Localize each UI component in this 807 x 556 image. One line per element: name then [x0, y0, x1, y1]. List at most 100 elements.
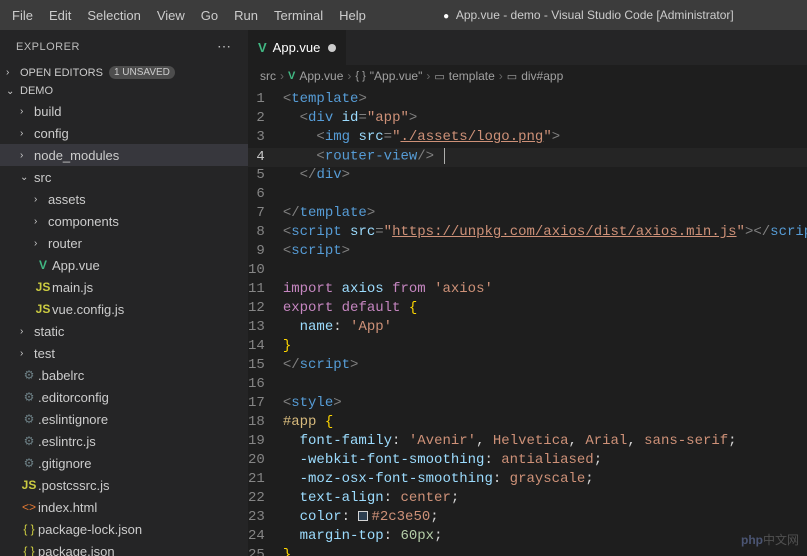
tree-item-label: components	[48, 214, 119, 229]
code-line[interactable]: 18#app {	[248, 414, 807, 433]
menu-go[interactable]: Go	[193, 8, 226, 23]
code-line[interactable]: 19 font-family: 'Avenir', Helvetica, Ari…	[248, 433, 807, 452]
code-line[interactable]: 13 name: 'App'	[248, 319, 807, 338]
folder-test[interactable]: ›test	[0, 342, 248, 364]
line-content[interactable]: <router-view/>	[283, 148, 807, 167]
line-content[interactable]: -moz-osx-font-smoothing: grayscale;	[283, 471, 807, 490]
line-content[interactable]: <script src="https://unpkg.com/axios/dis…	[283, 224, 807, 243]
breadcrumb-item[interactable]: ▭template	[434, 69, 494, 83]
line-content[interactable]: <div id="app">	[283, 110, 807, 129]
file-vue-config-js[interactable]: JSvue.config.js	[0, 298, 248, 320]
line-number: 24	[248, 528, 283, 547]
line-content[interactable]	[283, 376, 807, 395]
line-content[interactable]: </template>	[283, 205, 807, 224]
file--editorconfig[interactable]: ⚙.editorconfig	[0, 386, 248, 408]
code-line[interactable]: 4 <router-view/>	[248, 148, 807, 167]
breadcrumb-item[interactable]: { }"App.vue"	[355, 69, 422, 83]
line-content[interactable]: text-align: center;	[283, 490, 807, 509]
line-content[interactable]: name: 'App'	[283, 319, 807, 338]
line-content[interactable]: import axios from 'axios'	[283, 281, 807, 300]
menu-edit[interactable]: Edit	[41, 8, 79, 23]
code-line[interactable]: 9<script>	[248, 243, 807, 262]
code-line[interactable]: 6	[248, 186, 807, 205]
folder-router[interactable]: ›router	[0, 232, 248, 254]
folder-config[interactable]: ›config	[0, 122, 248, 144]
tab-app-vue[interactable]: V App.vue	[248, 30, 347, 65]
line-content[interactable]	[283, 262, 807, 281]
breadcrumb-item[interactable]: ▭div#app	[507, 69, 563, 83]
config-icon: ⚙	[20, 390, 38, 404]
open-editors-section[interactable]: › OPEN EDITORS 1 UNSAVED	[0, 63, 248, 82]
code-line[interactable]: 8<script src="https://unpkg.com/axios/di…	[248, 224, 807, 243]
line-content[interactable]: color: #2c3e50;	[283, 509, 807, 528]
line-content[interactable]: <script>	[283, 243, 807, 262]
breadcrumb-item[interactable]: src	[260, 69, 276, 83]
code-line[interactable]: 17<style>	[248, 395, 807, 414]
vue-icon: V	[34, 258, 52, 272]
chevron-right-icon: ›	[499, 69, 503, 83]
menu-file[interactable]: File	[4, 8, 41, 23]
menu-help[interactable]: Help	[331, 8, 374, 23]
folder-static[interactable]: ›static	[0, 320, 248, 342]
code-line[interactable]: 7</template>	[248, 205, 807, 224]
file-main-js[interactable]: JSmain.js	[0, 276, 248, 298]
file--postcssrc-js[interactable]: JS.postcssrc.js	[0, 474, 248, 496]
line-content[interactable]: <template>	[283, 91, 807, 110]
code-line[interactable]: 21 -moz-osx-font-smoothing: grayscale;	[248, 471, 807, 490]
line-number: 8	[248, 224, 283, 243]
code-line[interactable]: 16	[248, 376, 807, 395]
line-content[interactable]: #app {	[283, 414, 807, 433]
menu-terminal[interactable]: Terminal	[266, 8, 331, 23]
menu-selection[interactable]: Selection	[79, 8, 148, 23]
folder-assets[interactable]: ›assets	[0, 188, 248, 210]
file-package-json[interactable]: { }package.json	[0, 540, 248, 556]
line-content[interactable]: </div>	[283, 167, 807, 186]
code-line[interactable]: 14}	[248, 338, 807, 357]
line-content[interactable]: font-family: 'Avenir', Helvetica, Arial,…	[283, 433, 807, 452]
line-content[interactable]: }	[283, 338, 807, 357]
code-line[interactable]: 2 <div id="app">	[248, 110, 807, 129]
line-content[interactable]: export default {	[283, 300, 807, 319]
breadcrumbs[interactable]: src›VApp.vue›{ }"App.vue"›▭template›▭div…	[248, 65, 807, 87]
folder-build[interactable]: ›build	[0, 100, 248, 122]
code-line[interactable]: 12export default {	[248, 300, 807, 319]
code-line[interactable]: 15</script>	[248, 357, 807, 376]
tree-item-label: config	[34, 126, 69, 141]
project-section[interactable]: ⌄ DEMO	[0, 82, 248, 100]
chevron-right-icon: ›	[20, 128, 34, 139]
file-package-lock-json[interactable]: { }package-lock.json	[0, 518, 248, 540]
file--eslintrc-js[interactable]: ⚙.eslintrc.js	[0, 430, 248, 452]
file--gitignore[interactable]: ⚙.gitignore	[0, 452, 248, 474]
code-line[interactable]: 20 -webkit-font-smoothing: antialiased;	[248, 452, 807, 471]
code-line[interactable]: 24 margin-top: 60px;	[248, 528, 807, 547]
code-line[interactable]: 5 </div>	[248, 167, 807, 186]
code-line[interactable]: 10	[248, 262, 807, 281]
file--babelrc[interactable]: ⚙.babelrc	[0, 364, 248, 386]
folder-src[interactable]: ⌄src	[0, 166, 248, 188]
line-number: 18	[248, 414, 283, 433]
line-content[interactable]: margin-top: 60px;	[283, 528, 807, 547]
code-line[interactable]: 23 color: #2c3e50;	[248, 509, 807, 528]
code-line[interactable]: 1<template>	[248, 91, 807, 110]
line-content[interactable]: -webkit-font-smoothing: antialiased;	[283, 452, 807, 471]
folder-components[interactable]: ›components	[0, 210, 248, 232]
code-line[interactable]: 11import axios from 'axios'	[248, 281, 807, 300]
code-line[interactable]: 3 <img src="./assets/logo.png">	[248, 129, 807, 148]
file-App-vue[interactable]: VApp.vue	[0, 254, 248, 276]
more-icon[interactable]: ⋯	[217, 38, 232, 55]
menu-run[interactable]: Run	[226, 8, 266, 23]
menu-bar: FileEditSelectionViewGoRunTerminalHelp ●…	[0, 0, 807, 30]
code-editor[interactable]: 1<template>2 <div id="app">3 <img src=".…	[248, 87, 807, 556]
line-content[interactable]: }	[283, 547, 807, 556]
menu-view[interactable]: View	[149, 8, 193, 23]
code-line[interactable]: 22 text-align: center;	[248, 490, 807, 509]
file--eslintignore[interactable]: ⚙.eslintignore	[0, 408, 248, 430]
code-line[interactable]: 25}	[248, 547, 807, 556]
line-content[interactable]: </script>	[283, 357, 807, 376]
line-content[interactable]: <style>	[283, 395, 807, 414]
line-content[interactable]: <img src="./assets/logo.png">	[283, 129, 807, 148]
breadcrumb-item[interactable]: VApp.vue	[288, 69, 343, 83]
line-content[interactable]	[283, 186, 807, 205]
file-index-html[interactable]: <>index.html	[0, 496, 248, 518]
folder-node_modules[interactable]: ›node_modules	[0, 144, 248, 166]
